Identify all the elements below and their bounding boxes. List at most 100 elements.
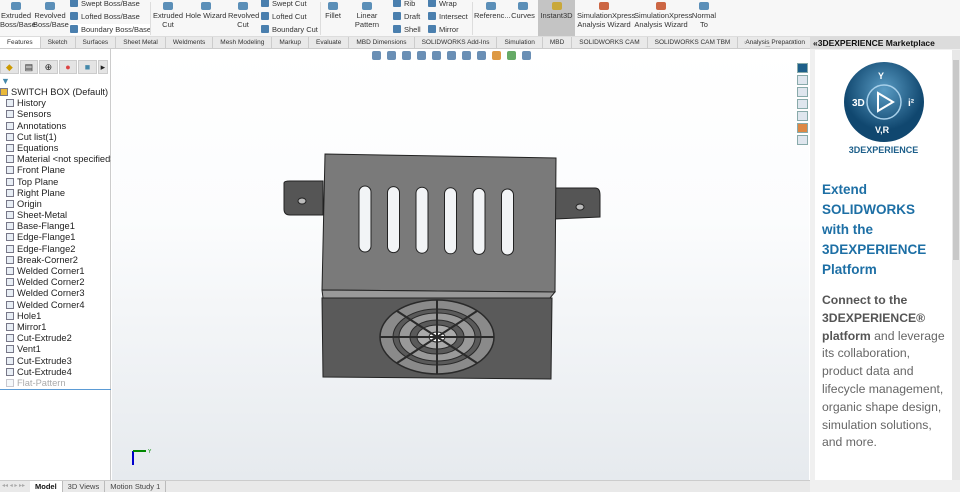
tab-evaluate[interactable]: Evaluate (309, 37, 350, 48)
tree-item[interactable]: Right Plane (0, 188, 111, 199)
configuration-tab[interactable]: ⊕ (39, 60, 58, 74)
instant3d-button[interactable]: Instant3D (538, 0, 575, 36)
hole-wizard-button[interactable]: Hole Wizard (185, 2, 227, 20)
zoom-to-area-icon[interactable] (387, 51, 396, 60)
resources-home-icon[interactable] (797, 75, 808, 85)
tree-item[interactable]: Origin (0, 199, 111, 210)
tree-root[interactable]: SWITCH BOX (Default) <<Default> (0, 87, 111, 98)
section-view-icon[interactable] (417, 51, 426, 60)
boundary-boss-button[interactable]: Boundary Boss/Base (70, 24, 152, 35)
tree-item[interactable]: Annotations (0, 121, 111, 132)
fillet-button[interactable]: Fillet (323, 2, 343, 20)
3dexperience-tab-icon[interactable] (797, 63, 808, 73)
tab-features[interactable]: Features (0, 37, 41, 48)
swept-cut-button[interactable]: Swept Cut (261, 0, 307, 9)
file-explorer-icon[interactable] (797, 99, 808, 109)
tree-item[interactable]: Cut-Extrude3 (0, 356, 111, 367)
tab-sketch[interactable]: Sketch (41, 37, 76, 48)
revolved-boss-button[interactable]: Revolved Boss/Base (33, 2, 69, 29)
switch-box-model[interactable] (112, 49, 809, 480)
tree-item[interactable]: Break-Corner2 (0, 255, 111, 266)
tree-item[interactable]: Equations (0, 143, 111, 154)
simulationxpress-button[interactable]: SimulationXpress Analysis Wizard (577, 2, 635, 29)
bottom-tab-model[interactable]: Model (30, 481, 63, 492)
property-manager-tab[interactable]: ▤ (19, 60, 39, 74)
appearances-icon[interactable] (797, 123, 808, 133)
bottom-tab-motion-study-1[interactable]: Motion Study 1 (105, 481, 167, 492)
bottom-tab-3d-views[interactable]: 3D Views (63, 481, 106, 492)
tree-item[interactable]: Material <not specified> (0, 154, 111, 165)
shell-button[interactable]: Shell (393, 24, 421, 35)
curves-button[interactable]: Curves (510, 2, 536, 20)
tab-scroll-arrows[interactable]: ◂◂ ◂ ▸ ▸▸ (0, 481, 30, 492)
feature-tree-tab[interactable]: ◆ (0, 60, 19, 74)
tree-item[interactable]: Welded Corner3 (0, 288, 111, 299)
dynamic-annotation-icon[interactable] (432, 51, 441, 60)
tree-item[interactable]: Welded Corner4 (0, 300, 111, 311)
view-settings-icon[interactable] (522, 51, 531, 60)
hide-show-icon[interactable] (477, 51, 486, 60)
window-controls[interactable]: ▫▫_▫✕ (744, 38, 804, 47)
tree-item[interactable]: Hole1 (0, 311, 111, 322)
tree-item[interactable]: Cut-Extrude4 (0, 367, 111, 378)
tree-item[interactable]: Top Plane (0, 177, 111, 188)
tree-item[interactable]: Base-Flange1 (0, 221, 111, 232)
tab-mesh-modeling[interactable]: Mesh Modeling (213, 37, 273, 48)
tree-item-flat-pattern[interactable]: Flat-Pattern (0, 378, 111, 389)
view-orientation-icon[interactable] (447, 51, 456, 60)
linear-pattern-button[interactable]: Linear Pattern (344, 2, 390, 29)
tab-solidworks-cam-tbm[interactable]: SOLIDWORKS CAM TBM (648, 37, 739, 48)
normal-to-button[interactable]: Normal To (690, 2, 718, 29)
simulationxpress-button-2[interactable]: SimulationXpress Analysis Wizard (634, 2, 692, 29)
revolved-cut-button[interactable]: Revolved Cut (228, 2, 259, 29)
tab-weldments[interactable]: Weldments (166, 37, 214, 48)
design-library-icon[interactable] (797, 87, 808, 97)
tree-item[interactable]: Cut list(1) (0, 132, 111, 143)
tree-item[interactable]: Edge-Flange1 (0, 232, 111, 243)
display-tab[interactable]: ■ (78, 60, 97, 74)
swept-boss-button[interactable]: Swept Boss/Base (70, 0, 140, 9)
extruded-cut-button[interactable]: Extruded Cut (152, 2, 184, 29)
lofted-cut-button[interactable]: Lofted Cut (261, 11, 307, 22)
reference-geometry-button[interactable]: Referenc... (474, 2, 511, 20)
tree-item[interactable]: Vent1 (0, 344, 111, 355)
tree-item[interactable]: Edge-Flange2 (0, 244, 111, 255)
tab-solidworks-add-ins[interactable]: SOLIDWORKS Add-Ins (415, 37, 498, 48)
extruded-boss-button[interactable]: Extruded Boss/Base (0, 2, 36, 29)
previous-view-icon[interactable] (402, 51, 411, 60)
tree-item[interactable]: Front Plane (0, 165, 111, 176)
graphics-viewport[interactable] (112, 49, 809, 480)
wrap-button[interactable]: Wrap (428, 0, 457, 9)
tab-mbd[interactable]: MBD (543, 37, 573, 48)
tab-surfaces[interactable]: Surfaces (76, 37, 117, 48)
tab-simulation[interactable]: Simulation (497, 37, 543, 48)
tab-markup[interactable]: Markup (272, 37, 310, 48)
tree-rollback-bar[interactable] (0, 389, 111, 390)
tree-item[interactable]: History (0, 98, 111, 109)
tree-item[interactable]: Welded Corner1 (0, 266, 111, 277)
view-palette-icon[interactable] (797, 111, 808, 121)
tab-mbd-dimensions[interactable]: MBD Dimensions (349, 37, 415, 48)
zoom-to-fit-icon[interactable] (372, 51, 381, 60)
more-tabs-arrow[interactable]: ▸ (97, 60, 108, 74)
lofted-boss-button[interactable]: Lofted Boss/Base (70, 11, 140, 22)
tree-item[interactable]: Welded Corner2 (0, 277, 111, 288)
appearance-tab[interactable]: ● (58, 60, 78, 74)
edit-appearance-icon[interactable] (492, 51, 501, 60)
tree-item[interactable]: Cut-Extrude2 (0, 333, 111, 344)
tab-sheet-metal[interactable]: Sheet Metal (116, 37, 166, 48)
filter-icon[interactable]: ▼ (1, 76, 10, 86)
apply-scene-icon[interactable] (507, 51, 516, 60)
task-pane-scrollbar[interactable] (952, 50, 960, 480)
draft-button[interactable]: Draft (393, 11, 420, 22)
display-style-icon[interactable] (462, 51, 471, 60)
custom-properties-icon[interactable] (797, 135, 808, 145)
tree-item[interactable]: Mirror1 (0, 322, 111, 333)
intersect-button[interactable]: Intersect (428, 11, 468, 22)
boundary-cut-button[interactable]: Boundary Cut (261, 24, 318, 35)
mirror-button[interactable]: Mirror (428, 24, 459, 35)
tab-solidworks-cam[interactable]: SOLIDWORKS CAM (572, 37, 648, 48)
tree-item[interactable]: Sheet-Metal (0, 210, 111, 221)
tree-item[interactable]: Sensors (0, 109, 111, 120)
rib-button[interactable]: Rib (393, 0, 415, 9)
